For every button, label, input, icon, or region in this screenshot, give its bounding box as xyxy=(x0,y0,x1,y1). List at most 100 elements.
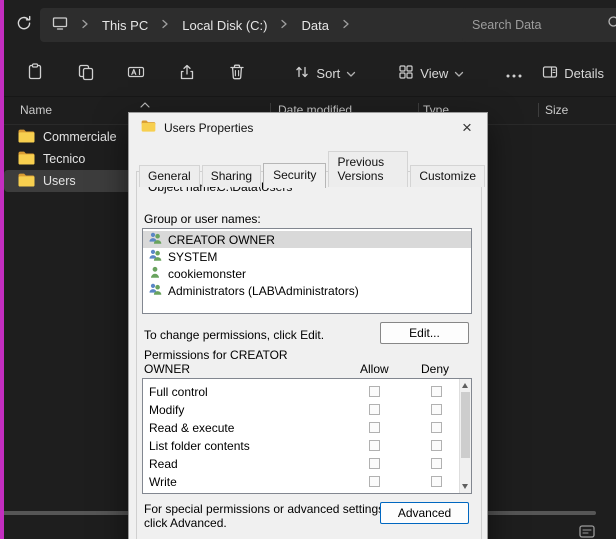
permission-label: Write xyxy=(149,475,177,489)
group-item-administrators[interactable]: Administrators (LAB\Administrators) xyxy=(143,282,471,299)
user-icon xyxy=(147,266,163,281)
trash-icon xyxy=(228,63,246,84)
permissions-scrollbar[interactable] xyxy=(459,379,471,493)
group-item-system[interactable]: SYSTEM xyxy=(143,248,471,265)
group-item-cookiemonster[interactable]: cookiemonster xyxy=(143,265,471,282)
tab-security[interactable]: Security xyxy=(263,163,326,188)
close-button[interactable]: × xyxy=(451,115,483,141)
view-label: View xyxy=(420,66,448,81)
share-icon xyxy=(178,63,196,84)
advanced-hint: For special permissions or advanced sett… xyxy=(144,502,387,530)
tab-sharing[interactable]: Sharing xyxy=(202,165,261,187)
ellipsis-icon xyxy=(506,66,522,81)
permission-label: Read & execute xyxy=(149,421,234,435)
edit-button[interactable]: Edit... xyxy=(380,322,469,344)
search-input[interactable]: Search Data xyxy=(462,8,616,42)
sort-ascending-icon xyxy=(140,97,150,111)
group-item-creator-owner[interactable]: CREATOR OWNER xyxy=(143,231,471,248)
users-icon xyxy=(147,283,163,298)
view-button[interactable]: View xyxy=(388,55,474,91)
paste-icon xyxy=(26,63,44,84)
deny-checkbox[interactable] xyxy=(431,422,442,433)
breadcrumb-this-pc[interactable]: This PC xyxy=(102,18,148,33)
permission-label: Full control xyxy=(149,385,208,399)
chevron-right-icon xyxy=(161,16,169,34)
share-button[interactable] xyxy=(161,55,211,91)
tab-general[interactable]: General xyxy=(139,165,200,187)
permission-row-read[interactable]: Read xyxy=(143,455,471,473)
users-icon xyxy=(147,249,163,264)
group-user-listbox: CREATOR OWNER SYSTEM cookiemonster xyxy=(142,228,472,314)
permission-row-modify[interactable]: Modify xyxy=(143,401,471,419)
breadcrumb-data[interactable]: Data xyxy=(301,18,328,33)
breadcrumb-local-disk[interactable]: Local Disk (C:) xyxy=(182,18,267,33)
sort-button[interactable]: Sort xyxy=(284,55,366,91)
details-pane-icon xyxy=(542,64,558,83)
allow-checkbox[interactable] xyxy=(369,458,380,469)
copy-icon xyxy=(77,63,95,84)
copy-button[interactable] xyxy=(60,55,110,91)
sort-icon xyxy=(294,64,310,83)
advanced-hint-line1: For special permissions or advanced sett… xyxy=(144,502,387,516)
allow-checkbox[interactable] xyxy=(369,476,380,487)
folder-icon xyxy=(18,173,35,190)
delete-button[interactable] xyxy=(212,55,262,91)
rename-icon xyxy=(127,63,145,84)
scroll-up-icon xyxy=(462,383,468,388)
refresh-icon xyxy=(16,15,32,36)
deny-column-header: Deny xyxy=(421,362,449,376)
breadcrumb: This PC Local Disk (C:) Data xyxy=(40,8,478,42)
permission-row-read-execute[interactable]: Read & execute xyxy=(143,419,471,437)
allow-checkbox[interactable] xyxy=(369,404,380,415)
advanced-hint-line2: click Advanced. xyxy=(144,516,387,530)
deny-checkbox[interactable] xyxy=(431,404,442,415)
column-header-size[interactable]: Size xyxy=(545,103,568,117)
deny-checkbox[interactable] xyxy=(431,440,442,451)
chevron-right-icon xyxy=(280,16,288,34)
file-name: Tecnico xyxy=(43,152,85,166)
allow-checkbox[interactable] xyxy=(369,386,380,397)
scrollbar-thumb[interactable] xyxy=(461,392,470,458)
deny-checkbox[interactable] xyxy=(431,476,442,487)
column-divider[interactable] xyxy=(538,103,539,117)
dialog-title: Users Properties xyxy=(164,121,253,135)
more-options-button[interactable] xyxy=(496,55,532,91)
chevron-right-icon xyxy=(342,16,350,34)
permission-label: List folder contents xyxy=(149,439,250,453)
refresh-button[interactable] xyxy=(10,13,38,37)
view-grid-icon xyxy=(398,64,414,83)
group-item-label: CREATOR OWNER xyxy=(168,233,275,247)
dialog-tabs: General Sharing Security Previous Versio… xyxy=(139,150,487,186)
statusbar-view-icon[interactable] xyxy=(578,524,596,538)
file-name: Commerciale xyxy=(43,130,117,144)
permission-row-full-control[interactable]: Full control xyxy=(143,383,471,401)
chevron-down-icon xyxy=(346,66,356,81)
allow-checkbox[interactable] xyxy=(369,422,380,433)
scroll-down-icon xyxy=(462,484,468,489)
folder-icon xyxy=(18,151,35,168)
folder-icon xyxy=(18,129,35,146)
paste-button[interactable] xyxy=(10,55,60,91)
permission-row-list-folder-contents[interactable]: List folder contents xyxy=(143,437,471,455)
permission-row-write[interactable]: Write xyxy=(143,473,471,491)
tab-customize[interactable]: Customize xyxy=(410,165,485,187)
permission-label: Read xyxy=(149,457,178,471)
allow-checkbox[interactable] xyxy=(369,440,380,451)
deny-checkbox[interactable] xyxy=(431,458,442,469)
sort-label: Sort xyxy=(316,66,340,81)
tab-previous-versions[interactable]: Previous Versions xyxy=(328,151,408,187)
security-tab-panel: Object name: C:\Data\Users Group or user… xyxy=(136,171,482,539)
rename-button[interactable] xyxy=(111,55,161,91)
advanced-button[interactable]: Advanced xyxy=(380,502,469,524)
group-item-label: cookiemonster xyxy=(168,267,246,281)
folder-icon xyxy=(141,119,156,137)
users-icon xyxy=(147,232,163,247)
permissions-listbox: Full control Modify Read & execute List … xyxy=(142,378,472,494)
search-icon xyxy=(607,15,616,35)
details-button[interactable]: Details xyxy=(532,55,614,91)
column-header-name[interactable]: Name xyxy=(20,103,52,117)
deny-checkbox[interactable] xyxy=(431,386,442,397)
close-icon: × xyxy=(462,118,472,138)
group-item-label: Administrators (LAB\Administrators) xyxy=(168,284,359,298)
file-name: Users xyxy=(43,174,76,188)
